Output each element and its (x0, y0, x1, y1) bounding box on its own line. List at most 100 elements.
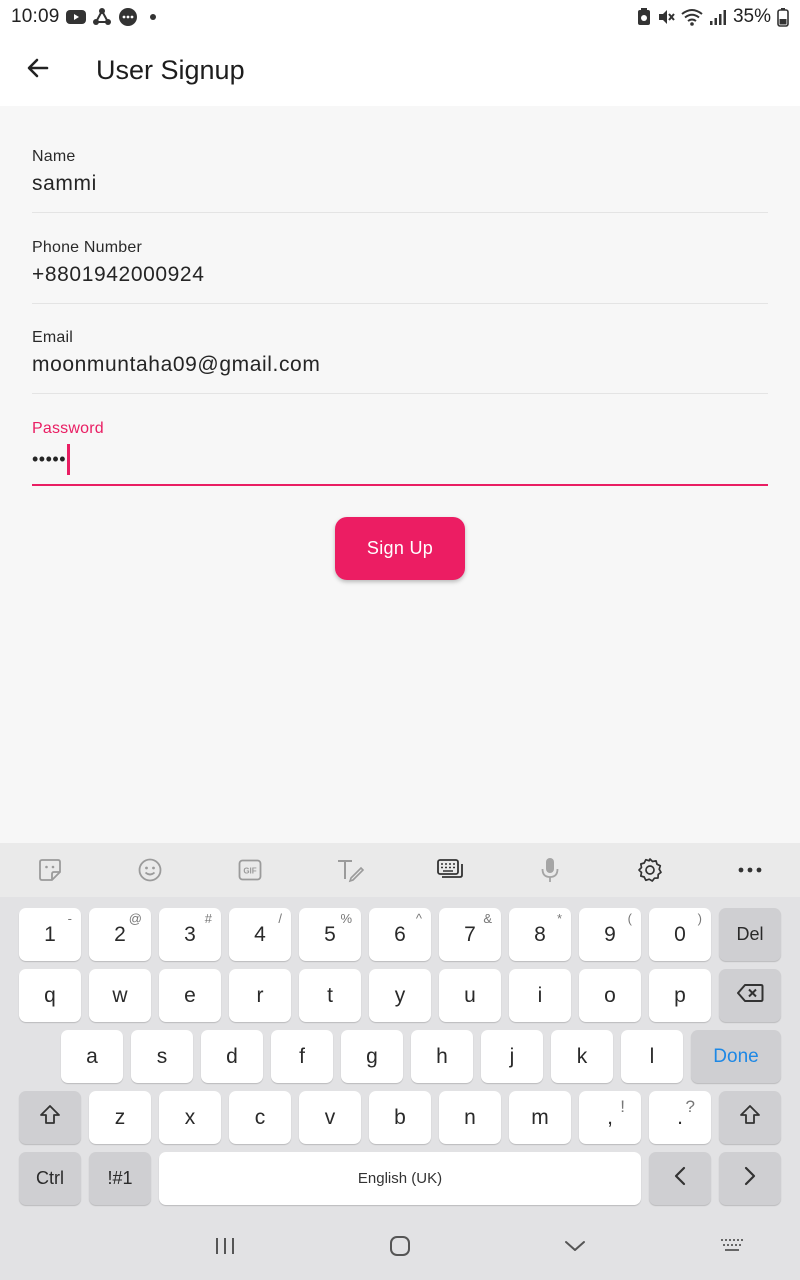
ctrl-key[interactable]: Ctrl (19, 1152, 81, 1205)
cursor-left-key[interactable] (649, 1152, 711, 1205)
shift-key-right[interactable] (719, 1091, 781, 1144)
key-3[interactable]: 3 # (159, 908, 221, 961)
password-label: Password (32, 420, 104, 437)
recent-apps-icon (214, 1236, 236, 1261)
key-1[interactable]: 1- (19, 908, 81, 961)
key-a[interactable]: a (61, 1030, 123, 1083)
chevron-left-icon (672, 1165, 688, 1193)
battery-percentage: 35% (732, 6, 771, 27)
password-input[interactable]: ••••• (32, 444, 71, 475)
key-b[interactable]: b (369, 1091, 431, 1144)
key-g[interactable]: g (341, 1030, 403, 1083)
key-t[interactable]: t (299, 969, 361, 1022)
wifi-icon (681, 8, 703, 26)
key-s[interactable]: s (131, 1030, 193, 1083)
key-7[interactable]: 7 & (439, 908, 501, 961)
app-bar: User Signup (0, 34, 800, 106)
key-c[interactable]: c (229, 1091, 291, 1144)
settings-icon[interactable] (600, 843, 700, 897)
gif-icon[interactable]: GIF (200, 843, 300, 897)
email-value[interactable]: moonmuntaha09@gmail.com (32, 353, 320, 377)
key-v[interactable]: v (299, 1091, 361, 1144)
key-y[interactable]: y (369, 969, 431, 1022)
key-r[interactable]: r (229, 969, 291, 1022)
home-button[interactable] (355, 1217, 445, 1280)
key-h[interactable]: h (411, 1030, 473, 1083)
key-i[interactable]: i (509, 969, 571, 1022)
status-time: 10:09 (11, 6, 60, 27)
done-key[interactable]: Done (691, 1030, 781, 1083)
key-m[interactable]: m (509, 1091, 571, 1144)
chevron-right-icon (742, 1165, 758, 1193)
key-8[interactable]: 8 * (509, 908, 571, 961)
key-d[interactable]: d (201, 1030, 263, 1083)
key-period[interactable]: .? (649, 1091, 711, 1144)
delete-key[interactable]: Del (719, 908, 781, 961)
signal-icon (709, 8, 727, 26)
password-field[interactable]: Password ••••• (32, 420, 768, 510)
mic-icon[interactable] (500, 843, 600, 897)
email-underline (32, 393, 768, 394)
sync-icon (92, 7, 112, 27)
key-j[interactable]: j (481, 1030, 543, 1083)
home-icon (388, 1234, 412, 1263)
key-n[interactable]: n (439, 1091, 501, 1144)
key-x[interactable]: x (159, 1091, 221, 1144)
battery-saver-icon (637, 8, 651, 26)
key-z[interactable]: z (89, 1091, 151, 1144)
emoji-icon[interactable] (100, 843, 200, 897)
email-field[interactable]: Email moonmuntaha09@gmail.com (32, 329, 768, 419)
keyboard-mode-icon[interactable] (400, 843, 500, 897)
keyboard-switch-icon (719, 1237, 747, 1260)
key-2[interactable]: 2 @ (89, 908, 151, 961)
password-value: ••••• (32, 449, 67, 469)
backspace-key[interactable] (719, 969, 781, 1022)
handwriting-icon[interactable] (300, 843, 400, 897)
mute-icon (657, 8, 675, 26)
phone-field[interactable]: Phone Number +8801942000924 (32, 239, 768, 329)
space-key[interactable]: English (UK) (159, 1152, 641, 1205)
key-p[interactable]: p (649, 969, 711, 1022)
name-underline (32, 212, 768, 213)
key-w[interactable]: w (89, 969, 151, 1022)
key-comma[interactable]: ,! (579, 1091, 641, 1144)
nav-back-button[interactable] (530, 1217, 620, 1280)
key-f[interactable]: f (271, 1030, 333, 1083)
phone-underline (32, 303, 768, 304)
name-label: Name (32, 148, 76, 165)
phone-label: Phone Number (32, 239, 143, 256)
keyboard-switch-button[interactable] (688, 1217, 778, 1280)
svg-text:GIF: GIF (243, 867, 256, 876)
sign-up-button[interactable]: Sign Up (335, 517, 465, 580)
key-e[interactable]: e (159, 969, 221, 1022)
key-4[interactable]: 4/ (229, 908, 291, 961)
recent-apps-button[interactable] (180, 1217, 270, 1280)
key-u[interactable]: u (439, 969, 501, 1022)
key-q[interactable]: q (19, 969, 81, 1022)
password-underline (32, 484, 768, 486)
arrow-left-icon (25, 55, 51, 86)
cursor-right-key[interactable] (719, 1152, 781, 1205)
shift-icon (738, 1103, 762, 1133)
page-title: User Signup (96, 54, 245, 85)
back-button[interactable] (0, 34, 76, 106)
backspace-icon (736, 983, 764, 1009)
key-9[interactable]: 9( (579, 908, 641, 961)
name-field[interactable]: Name sammi (32, 148, 768, 238)
shift-key-left[interactable] (19, 1091, 81, 1144)
key-l[interactable]: l (621, 1030, 683, 1083)
battery-icon (777, 7, 789, 27)
key-k[interactable]: k (551, 1030, 613, 1083)
sticker-icon[interactable] (0, 843, 100, 897)
key-0[interactable]: 0) (649, 908, 711, 961)
key-5[interactable]: 5% (299, 908, 361, 961)
key-6[interactable]: 6 ^ (369, 908, 431, 961)
text-cursor (67, 444, 71, 475)
more-icon[interactable] (700, 843, 800, 897)
status-bar: 10:09 35% (0, 0, 800, 34)
name-value[interactable]: sammi (32, 172, 97, 196)
phone-value[interactable]: +8801942000924 (32, 263, 205, 287)
key-o[interactable]: o (579, 969, 641, 1022)
symbols-key[interactable]: !#1 (89, 1152, 151, 1205)
shift-icon (38, 1103, 62, 1133)
